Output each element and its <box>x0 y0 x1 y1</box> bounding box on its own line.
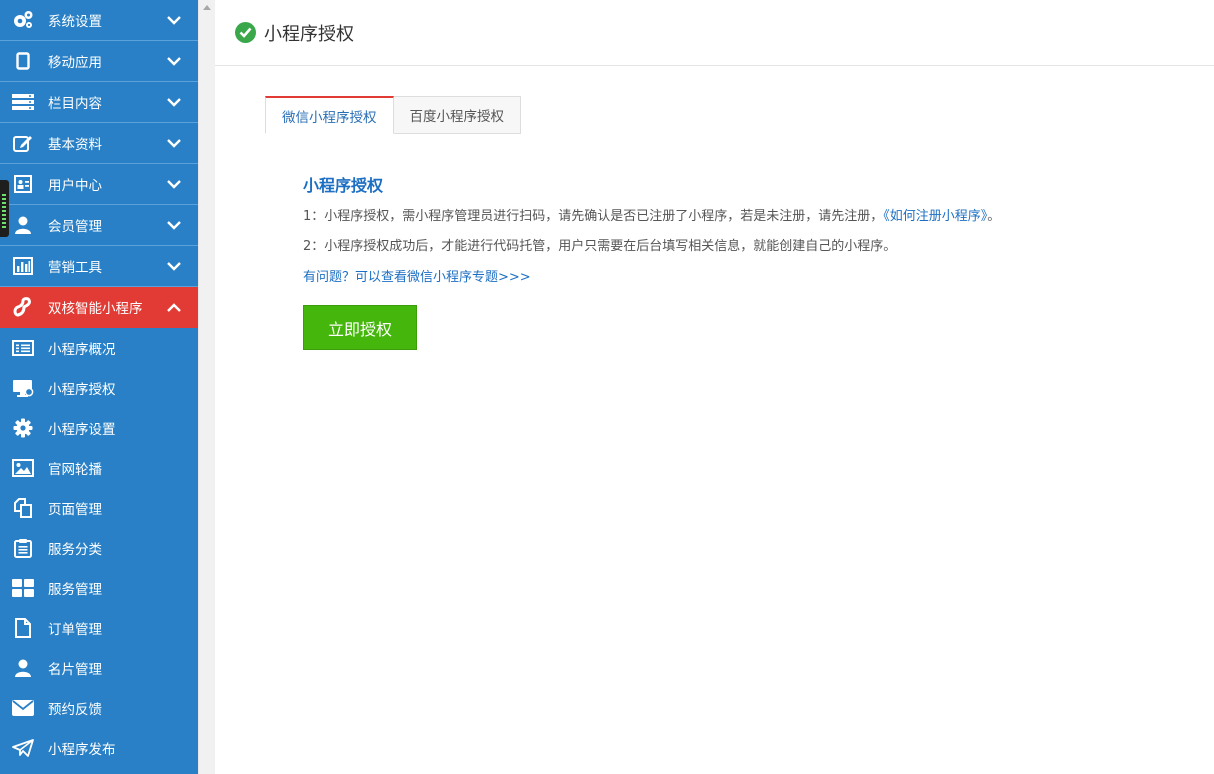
help-topic-link[interactable]: 有问题？可以查看微信小程序专题>>> <box>303 266 1183 285</box>
sidebar-item-business-cards[interactable]: 名片管理 <box>0 648 198 688</box>
chevron-up-icon <box>164 297 184 317</box>
page-title: 小程序授权 <box>264 23 354 45</box>
sidebar-item-label: 服务管理 <box>48 582 102 598</box>
menu-label: 用户中心 <box>48 178 102 194</box>
id-card-icon <box>11 173 35 195</box>
clipboard-icon <box>11 537 35 559</box>
file-icon <box>11 617 35 639</box>
instruction-1-end: 。 <box>987 209 1001 224</box>
sidebar-item-feedback[interactable]: 预约反馈 <box>0 688 198 728</box>
menu-label: 基本资料 <box>48 137 102 153</box>
instruction-1-text: 1：小程序授权，需小程序管理员进行扫码，请先确认是否已注册了小程序，若是未注册，… <box>303 209 884 224</box>
sidebar-item-label: 小程序发布 <box>48 742 116 758</box>
sidebar-item-authorization[interactable]: 小程序授权 <box>0 368 198 408</box>
gear-icon <box>11 417 35 439</box>
menu-system-settings[interactable]: 系统设置 <box>0 0 198 41</box>
send-icon <box>11 737 35 759</box>
copy-icon <box>11 497 35 519</box>
sidebar-item-label: 服务分类 <box>48 542 102 558</box>
user-icon <box>11 657 35 679</box>
sidebar-item-label: 预约反馈 <box>48 702 102 718</box>
sidebar-item-label: 小程序概况 <box>48 342 116 358</box>
chevron-down-icon <box>164 10 184 30</box>
menu-label: 移动应用 <box>48 55 102 71</box>
main-panel: 小程序授权 微信小程序授权 百度小程序授权 小程序授权 1：小程序授权，需小程序… <box>215 0 1214 774</box>
tab-wechat-authorization[interactable]: 微信小程序授权 <box>265 96 394 134</box>
sidebar-item-publish[interactable]: 小程序发布 <box>0 728 198 768</box>
user-icon <box>11 214 35 236</box>
tab-bar: 微信小程序授权 百度小程序授权 <box>265 96 521 134</box>
bar-chart-icon <box>11 255 35 277</box>
menu-label: 会员管理 <box>48 219 102 235</box>
sidebar-item-label: 小程序授权 <box>48 382 116 398</box>
menu-label: 系统设置 <box>48 14 102 30</box>
list-icon <box>11 337 35 359</box>
sidebar-item-orders[interactable]: 订单管理 <box>0 608 198 648</box>
menu-mobile-apps[interactable]: 移动应用 <box>0 41 198 82</box>
authorize-now-button[interactable]: 立即授权 <box>303 305 417 350</box>
chevron-down-icon <box>164 92 184 112</box>
sidebar-item-label: 订单管理 <box>48 622 102 638</box>
sidebar-item-label: 官网轮播 <box>48 462 102 478</box>
menu-basic-info[interactable]: 基本资料 <box>0 123 198 164</box>
scrollbar[interactable] <box>198 0 215 774</box>
instruction-1: 1：小程序授权，需小程序管理员进行扫码，请先确认是否已注册了小程序，若是未注册，… <box>303 208 1183 225</box>
chevron-down-icon <box>164 174 184 194</box>
menu-label: 营销工具 <box>48 260 102 276</box>
menu-marketing-tools[interactable]: 营销工具 <box>0 246 198 287</box>
grid-icon <box>11 577 35 599</box>
miniprogram-icon <box>11 296 35 318</box>
chevron-down-icon <box>164 51 184 71</box>
tab-baidu-authorization[interactable]: 百度小程序授权 <box>393 96 521 134</box>
chevron-down-icon <box>164 215 184 235</box>
instruction-2: 2：小程序授权成功后，才能进行代码托管，用户只需要在后台填写相关信息，就能创建自… <box>303 239 897 254</box>
menu-column-content[interactable]: 栏目内容 <box>0 82 198 123</box>
menu-label: 栏目内容 <box>48 96 102 112</box>
side-widget[interactable] <box>0 180 9 237</box>
sidebar-item-service-management[interactable]: 服务管理 <box>0 568 198 608</box>
menu-user-center[interactable]: 用户中心 <box>0 164 198 205</box>
sidebar-item-service-category[interactable]: 服务分类 <box>0 528 198 568</box>
sidebar-item-settings[interactable]: 小程序设置 <box>0 408 198 448</box>
envelope-icon <box>11 697 35 719</box>
server-icon <box>11 91 35 113</box>
sidebar-item-pages[interactable]: 页面管理 <box>0 488 198 528</box>
sidebar-item-label: 名片管理 <box>48 662 102 678</box>
auth-content: 小程序授权 1：小程序授权，需小程序管理员进行扫码，请先确认是否已注册了小程序，… <box>303 172 1183 350</box>
chevron-down-icon <box>164 133 184 153</box>
scroll-up-arrow-icon[interactable] <box>203 5 211 10</box>
menu-dual-core-miniprogram[interactable]: 双核智能小程序 <box>0 287 198 328</box>
tablet-icon <box>11 50 35 72</box>
sidebar-item-label: 小程序设置 <box>48 422 116 438</box>
section-heading: 小程序授权 <box>303 176 384 195</box>
sidebar-item-carousel[interactable]: 官网轮播 <box>0 448 198 488</box>
image-icon <box>11 457 35 479</box>
menu-member-management[interactable]: 会员管理 <box>0 205 198 246</box>
menu-label: 双核智能小程序 <box>48 301 143 317</box>
check-circle-icon <box>235 22 256 43</box>
edit-icon <box>11 132 35 154</box>
gears-icon <box>11 9 35 31</box>
monitor-icon <box>11 377 35 399</box>
sidebar: 系统设置 移动应用 栏目内容 基本资料 用户中心 会员管理 营销工具 双核智能小… <box>0 0 198 774</box>
sidebar-item-label: 页面管理 <box>48 502 102 518</box>
sidebar-item-overview[interactable]: 小程序概况 <box>0 328 198 368</box>
register-guide-link[interactable]: 《如何注册小程序》 <box>883 209 987 224</box>
page-header: 小程序授权 <box>215 0 1214 66</box>
chevron-down-icon <box>164 256 184 276</box>
